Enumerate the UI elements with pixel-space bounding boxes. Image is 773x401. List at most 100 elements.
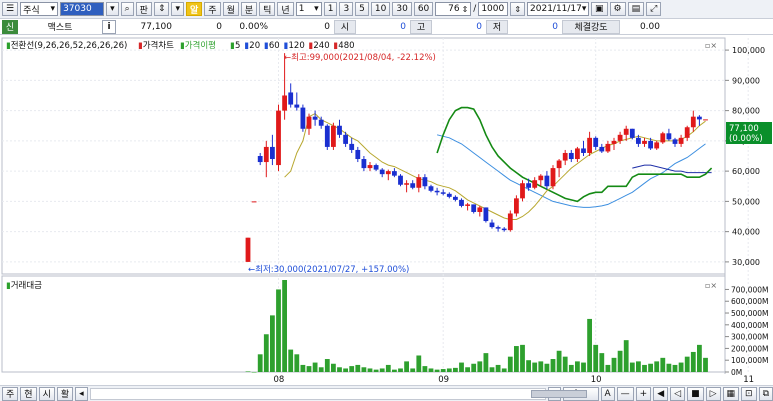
grid-icon[interactable]: ▦	[722, 386, 740, 401]
stock-chart[interactable]: 100,00090,00080,00070,00060,00050,00040,…	[0, 36, 773, 385]
zoom-in-icon[interactable]: +	[635, 386, 652, 401]
menu-icon[interactable]: ☰	[2, 2, 19, 16]
candle-body	[648, 140, 653, 149]
stop-icon[interactable]: ■	[687, 386, 704, 401]
candle-body	[367, 165, 373, 169]
interval-quick-10[interactable]: 10	[370, 2, 391, 16]
volume-bar	[672, 364, 678, 372]
candle-body	[428, 186, 434, 191]
candle-body	[361, 159, 367, 169]
adjust-stepper[interactable]: ⇕	[153, 2, 170, 16]
candle-body	[434, 190, 440, 193]
ma-legend-marker: ▮	[284, 41, 289, 51]
candle-body	[373, 165, 379, 170]
candle-body	[678, 137, 684, 144]
gear-icon[interactable]: ⚙	[609, 2, 626, 16]
zoom-box-icon[interactable]: ⊡	[741, 386, 757, 401]
search-label-button[interactable]: 판	[135, 2, 152, 16]
volume-bar	[440, 369, 446, 372]
first-page-icon[interactable]: ◀	[653, 386, 669, 401]
period-tick-button[interactable]: 틱	[259, 2, 276, 16]
volume-bar	[343, 368, 348, 372]
volume-bar	[593, 344, 599, 372]
interval-quick-60[interactable]: 60	[413, 2, 434, 16]
layout-icon[interactable]: ▤	[627, 2, 645, 16]
candle-body	[666, 133, 672, 140]
volume-bar	[263, 334, 269, 372]
volume-bar	[703, 357, 708, 372]
volume-bar	[575, 361, 580, 372]
interval-quick-3[interactable]: 3	[339, 2, 354, 16]
market-select[interactable]: 주식 ▾	[20, 2, 59, 16]
volume-bar	[324, 359, 330, 372]
candle-body	[355, 149, 361, 160]
interval-quick-30[interactable]: 30	[392, 2, 412, 16]
count-spin-icon[interactable]: ⇕	[510, 2, 526, 16]
save-icon[interactable]: ▣	[591, 2, 608, 16]
legend-ma-text: 가격이평	[185, 40, 216, 51]
code-dropdown-icon[interactable]: ▾	[106, 2, 119, 16]
period-year-button[interactable]: 년	[277, 2, 294, 16]
prev-icon[interactable]: ◁	[670, 386, 686, 401]
volume-bar	[373, 369, 379, 372]
price-tick-label: 60,000	[732, 167, 760, 176]
tab-active[interactable]: 활	[56, 386, 74, 401]
interval-value: 1	[298, 4, 305, 14]
bar-count-max[interactable]: 1000	[478, 2, 509, 16]
close-volume-pane-icon[interactable]: ▫×	[705, 281, 717, 290]
close-pane-icon[interactable]: ▫×	[705, 41, 717, 50]
volume-bar	[276, 289, 281, 372]
candle-body	[501, 228, 507, 231]
volume-bar	[385, 364, 391, 372]
price-tick-label: 50,000	[732, 197, 760, 206]
zoom-out-icon[interactable]: A	[600, 386, 615, 401]
date-picker[interactable]: 2021/11/17 ▾	[527, 2, 590, 16]
period-minute-button[interactable]: 분	[240, 2, 258, 16]
expand-icon[interactable]: ⤢	[646, 2, 662, 16]
chart-toolbar: ☰ 주식 ▾ 37030 ▾ ⌕ 판 ⇕ ▾ 알 주 월 분 틱 년 1 ▾ 1 3…	[0, 0, 773, 19]
bottom-scroll-bar: 주 현 시 활 ◂ ▸ |— A — + ◀ ◁ ■ ▷ ▦ ⊡ ⧉	[0, 385, 773, 401]
zoom-reduce-icon[interactable]: —	[616, 386, 634, 401]
volume-bar	[453, 367, 458, 372]
capture-icon[interactable]: ⧉	[758, 386, 773, 401]
open-label: 시	[334, 19, 356, 34]
tab-stock[interactable]: 주	[2, 386, 19, 401]
bar-count-stepper[interactable]: 76 ⇕	[435, 2, 472, 16]
stock-code-input[interactable]: 37030	[60, 2, 105, 16]
current-price-tag-rate: (0.00%)	[729, 134, 763, 144]
interval-quick-5[interactable]: 5	[355, 2, 369, 16]
tools-dropdown-icon[interactable]: ▾	[171, 2, 185, 16]
candle-body	[544, 175, 550, 187]
tab-open[interactable]: 시	[38, 386, 55, 401]
scrollbar-thumb[interactable]	[530, 389, 587, 398]
period-week-button[interactable]: 주	[204, 2, 221, 16]
volume-bar	[678, 362, 684, 372]
volume-bar	[459, 362, 464, 372]
candle-body	[593, 137, 599, 147]
horizontal-scrollbar[interactable]	[89, 387, 587, 400]
current-price: 77,100	[140, 21, 173, 32]
info-icon[interactable]: i	[102, 19, 116, 34]
candle-body	[623, 128, 629, 135]
period-month-button[interactable]: 월	[222, 2, 239, 16]
scroll-left-icon[interactable]: ◂	[75, 386, 88, 401]
tab-current[interactable]: 현	[20, 386, 37, 401]
candle-body	[489, 222, 495, 228]
volume-bar	[532, 362, 538, 372]
price-axis: 100,00090,00080,00070,00060,00050,00040,…	[725, 46, 765, 267]
volume-bar	[568, 364, 574, 372]
volume-bar	[471, 363, 477, 372]
candle-body	[440, 192, 446, 194]
interval-quick-1[interactable]: 1	[323, 2, 338, 16]
candle-body	[587, 137, 592, 153]
candle-body	[660, 133, 666, 143]
alert-badge[interactable]: 알	[186, 2, 203, 16]
candle-body	[697, 116, 702, 120]
search-icon[interactable]: ⌕	[120, 2, 134, 16]
interval-select[interactable]: 1 ▾	[295, 2, 322, 16]
candle-body	[318, 119, 324, 126]
volume-tick-label: 500,000M	[731, 309, 769, 318]
next-icon[interactable]: ▷	[705, 386, 721, 401]
legend-moving-average: ▮가격이평	[180, 40, 216, 51]
volume-bar	[684, 356, 690, 372]
